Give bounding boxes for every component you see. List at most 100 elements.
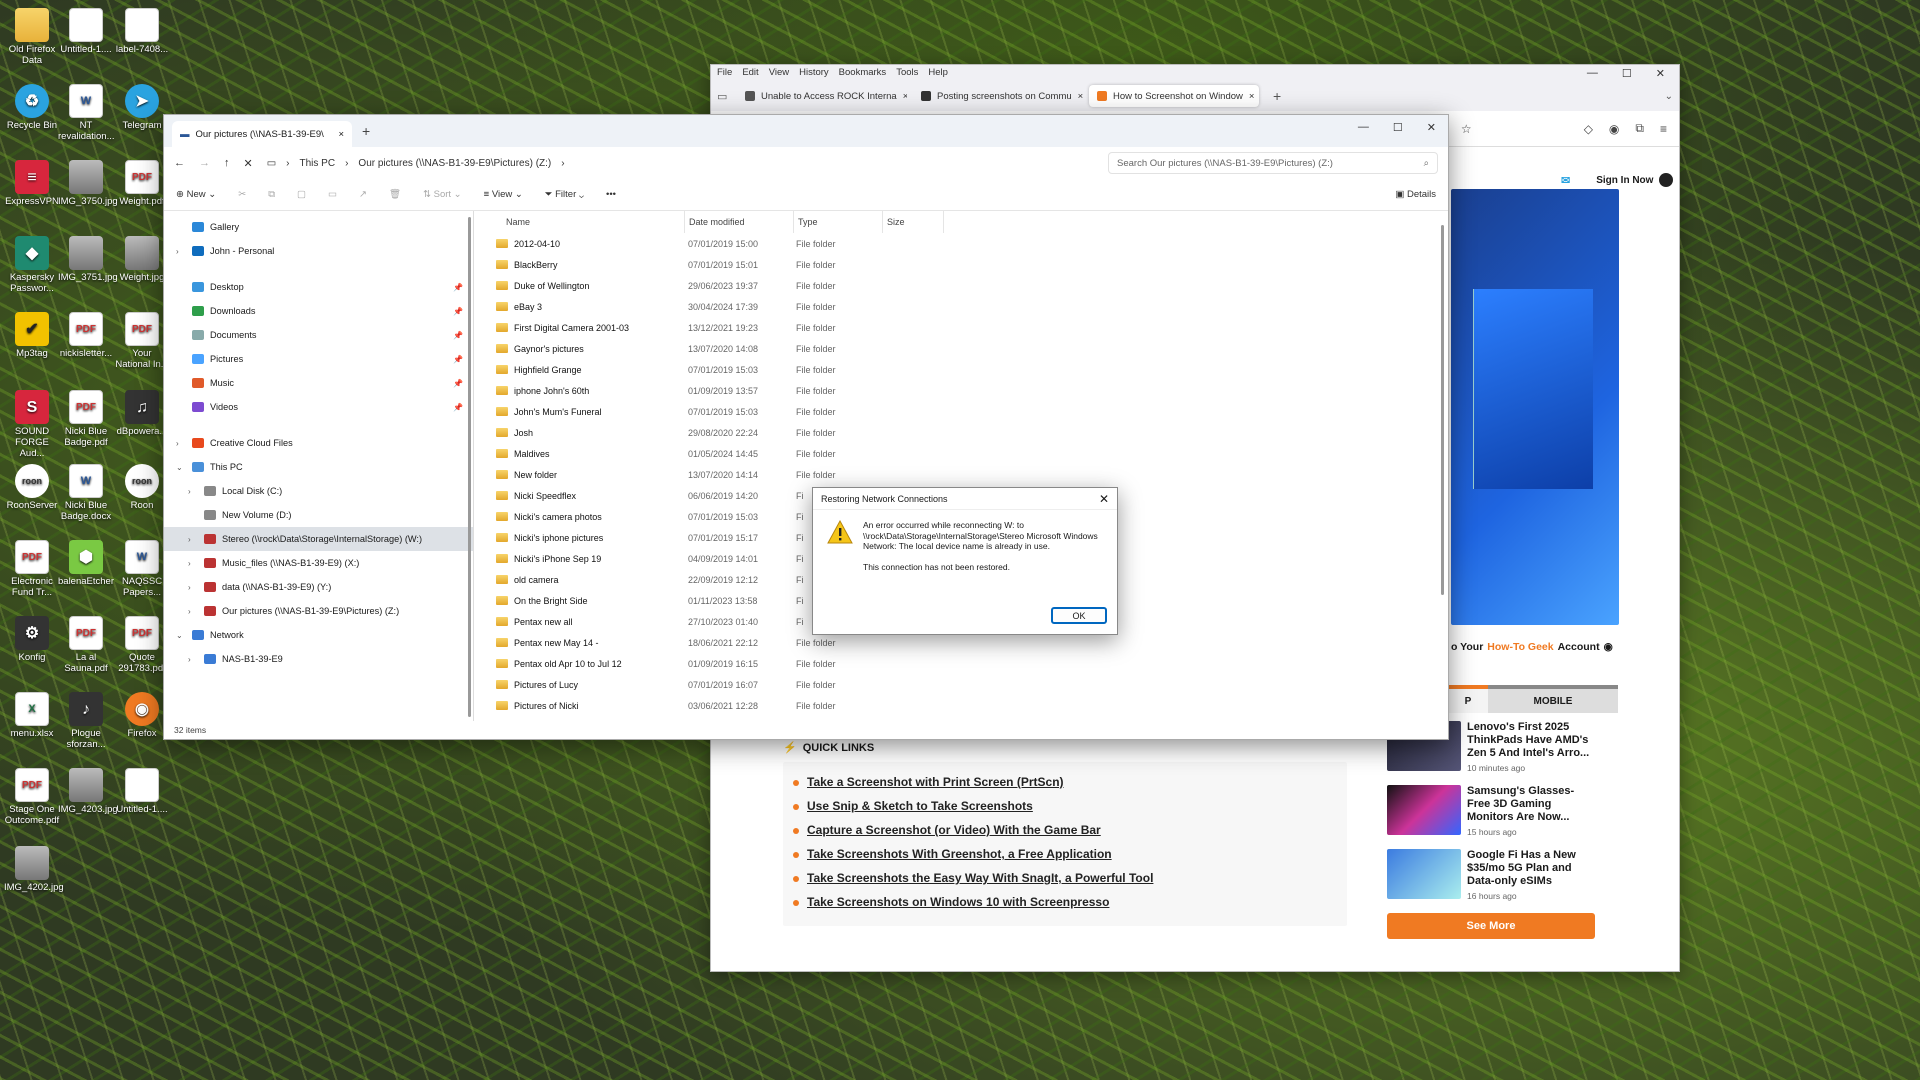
share-icon[interactable]: ↗ <box>359 189 367 200</box>
sign-in-link[interactable]: ✉ Sign In Now <box>1561 173 1674 187</box>
pin-icon[interactable]: 📌 <box>453 283 463 292</box>
copy-icon[interactable]: ⧉ <box>268 189 275 200</box>
breadcrumb-current[interactable]: Our pictures (\\NAS-B1-39-E9\Pictures) (… <box>358 158 551 169</box>
file-row[interactable]: Pictures of Nicki 03/06/2021 12:28 File fo… <box>494 695 1448 716</box>
desktop-icon[interactable]: ➤ Telegram <box>114 84 170 131</box>
maximize-icon[interactable]: ☐ <box>1393 121 1403 134</box>
pin-icon[interactable]: 📌 <box>453 379 463 388</box>
file-row[interactable]: Pentax old Apr 10 to Jul 12 01/09/2019 16… <box>494 653 1448 674</box>
delete-icon[interactable]: 🗑 <box>389 189 401 200</box>
desktop-icon[interactable]: W NT revalidation... <box>58 84 115 142</box>
expand-chevron-icon[interactable]: › <box>176 247 186 256</box>
desktop-icon[interactable]: ⚙ Konfig <box>4 616 60 663</box>
expand-chevron-icon[interactable]: ⌄ <box>176 631 186 640</box>
story-item[interactable]: Samsung's Glasses-Free 3D Gaming Monitor… <box>1387 785 1607 837</box>
file-row[interactable]: Duke of Wellington 29/06/2023 19:37 File f… <box>494 275 1448 296</box>
filter-button[interactable]: ⏷ Filter ⌄ <box>545 189 584 200</box>
browser-tab-active[interactable]: How to Screenshot on Window × <box>1089 85 1259 107</box>
story-item[interactable]: Google Fi Has a New $35/mo 5G Plan and D… <box>1387 849 1607 901</box>
tab-list-icon[interactable]: ▭ <box>717 90 731 103</box>
desktop-icon[interactable]: ≡ ExpressVPN <box>4 160 60 207</box>
nav-item[interactable]: Gallery <box>164 215 473 239</box>
close-icon[interactable]: ✕ <box>1656 67 1665 80</box>
desktop-icon[interactable]: PDF nickisletter... <box>58 312 114 359</box>
desktop-icon[interactable]: ✔ Mp3tag <box>4 312 60 359</box>
desktop-icon[interactable]: PDF La al Sauna.pdf <box>58 616 114 674</box>
ok-button[interactable]: OK <box>1051 607 1107 624</box>
forward-arrow-icon[interactable]: → <box>199 157 210 169</box>
quick-link[interactable]: Take Screenshots on Windows 10 with Scre… <box>793 890 1337 914</box>
nav-item[interactable]: Desktop 📌 <box>164 275 473 299</box>
desktop-icon[interactable]: PDF Quote 291783.pdf <box>114 616 170 674</box>
close-icon[interactable]: ✕ <box>1427 121 1436 134</box>
nav-item[interactable]: Pictures 📌 <box>164 347 473 371</box>
nav-item[interactable]: Videos 📌 <box>164 395 473 419</box>
notification-icon[interactable]: ✉ <box>1561 174 1570 187</box>
pin-icon[interactable]: 📌 <box>453 355 463 364</box>
expand-chevron-icon[interactable]: › <box>188 559 198 568</box>
story-headline[interactable]: Lenovo's First 2025 ThinkPads Have AMD's… <box>1467 721 1595 761</box>
file-row[interactable]: Maldives 01/05/2024 14:45 File folder <box>494 443 1448 464</box>
menu-item-bookmarks[interactable]: Bookmarks <box>839 67 887 79</box>
nav-item[interactable]: › Our pictures (\\NAS-B1-39-E9\Pictures) … <box>164 599 473 623</box>
desktop-icon[interactable]: PDF Stage One Outcome.pdf <box>4 768 60 826</box>
column-date-modified[interactable]: Date modified <box>685 217 793 227</box>
nav-item[interactable]: ⌄ Network <box>164 623 473 647</box>
file-row[interactable]: 2012-04-10 07/01/2019 15:00 File folder <box>494 233 1448 254</box>
minimize-icon[interactable]: — <box>1358 121 1369 134</box>
desktop-icon[interactable]: roon RoonServer <box>4 464 60 511</box>
nav-item[interactable]: › NAS-B1-39-E9 <box>164 647 473 671</box>
desktop-icon[interactable]: PDF Weight.pdf <box>114 160 170 207</box>
column-size[interactable]: Size <box>883 217 943 227</box>
file-row[interactable]: First Digital Camera 2001-03 13/12/2021 1… <box>494 317 1448 338</box>
view-button[interactable]: ≡ View ⌄ <box>484 189 523 200</box>
dialog-close-icon[interactable]: ✕ <box>1099 492 1109 506</box>
breadcrumb-this-pc[interactable]: This PC <box>300 158 336 169</box>
file-row[interactable]: New folder 13/07/2020 14:14 File folder <box>494 464 1448 485</box>
pin-icon[interactable]: 📌 <box>453 307 463 316</box>
file-row[interactable]: iphone John's 60th 01/09/2019 13:57 File f… <box>494 380 1448 401</box>
tab-close-icon[interactable]: × <box>1249 91 1255 102</box>
file-row[interactable]: Pentax new May 14 - 18/06/2021 22:12 File … <box>494 632 1448 653</box>
tab-overflow-icon[interactable]: ⌄ <box>1665 91 1673 102</box>
desktop-icon[interactable]: PDF Electronic Fund Tr... <box>4 540 60 598</box>
desktop-icon[interactable]: S SOUND FORGE Aud... <box>4 390 60 459</box>
expand-chevron-icon[interactable]: › <box>188 535 198 544</box>
column-type[interactable]: Type <box>794 217 882 227</box>
new-tab-button[interactable]: + <box>1273 88 1281 104</box>
quick-link[interactable]: Take Screenshots the Easy Way With SnagI… <box>793 866 1337 890</box>
up-arrow-icon[interactable]: ↑ <box>224 157 230 169</box>
browser-tab[interactable]: Unable to Access ROCK Interna × <box>737 85 907 107</box>
bookmark-star-icon[interactable]: ☆ <box>1461 122 1472 136</box>
see-more-button[interactable]: See More <box>1387 913 1595 939</box>
desktop-icon[interactable]: IMG_3751.jpg <box>58 236 118 283</box>
new-button[interactable]: ⊕ New ⌄ <box>176 189 216 200</box>
tab-close-icon[interactable]: × <box>903 91 907 102</box>
stop-icon[interactable]: ✕ <box>244 157 253 170</box>
file-row[interactable]: BlackBerry 07/01/2019 15:01 File folder <box>494 254 1448 275</box>
file-row[interactable]: Gaynor's pictures 13/07/2020 14:08 File fo… <box>494 338 1448 359</box>
menu-item-view[interactable]: View <box>769 67 789 79</box>
extensions-icon[interactable]: ⧉ <box>1635 121 1644 136</box>
minimize-icon[interactable]: — <box>1587 67 1598 80</box>
menu-item-help[interactable]: Help <box>928 67 948 79</box>
nav-item[interactable]: › Creative Cloud Files <box>164 431 473 455</box>
desktop-icon[interactable]: Old Firefox Data <box>4 8 60 66</box>
expand-chevron-icon[interactable]: ⌄ <box>176 463 186 472</box>
nav-item[interactable]: ⌄ This PC <box>164 455 473 479</box>
newsletter-prompt[interactable]: o Your How-To Geek Account ◉ <box>1451 641 1613 653</box>
story-thumbnail[interactable] <box>1387 785 1461 835</box>
column-name[interactable]: Name <box>494 217 684 227</box>
story-thumbnail[interactable] <box>1387 849 1461 899</box>
tab-close-icon[interactable]: × <box>1078 91 1083 102</box>
desktop-icon[interactable]: ♻ Recycle Bin <box>4 84 60 131</box>
breadcrumb[interactable]: ▭ › This PC › Our pictures (\\NAS-B1-39-… <box>267 158 565 169</box>
menu-item-history[interactable]: History <box>799 67 829 79</box>
explorer-tab[interactable]: ▬ Our pictures (\\NAS-B1-39-E9\ × <box>172 121 352 147</box>
nav-item[interactable]: › data (\\NAS-B1-39-E9) (Y:) <box>164 575 473 599</box>
desktop-icon[interactable]: IMG_4203.jpg <box>58 768 118 815</box>
desktop-icon[interactable]: W NAQSSC Papers... <box>114 540 170 598</box>
expand-chevron-icon[interactable]: › <box>188 655 198 664</box>
maximize-icon[interactable]: ☐ <box>1622 67 1632 80</box>
nav-item[interactable]: › Music_files (\\NAS-B1-39-E9) (X:) <box>164 551 473 575</box>
